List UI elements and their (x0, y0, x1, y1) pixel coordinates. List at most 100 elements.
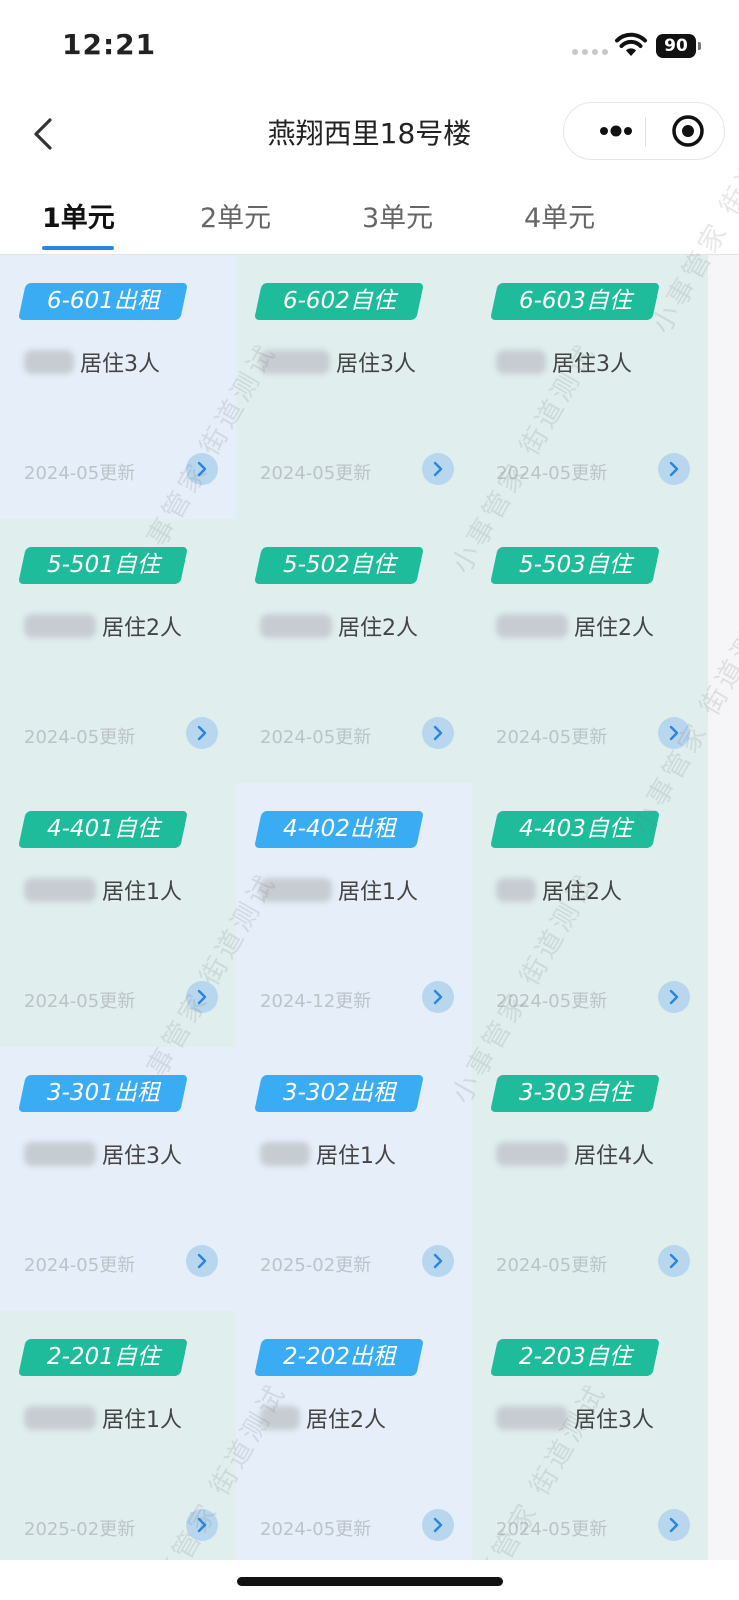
room-status-tag: 4-402出租 (254, 811, 424, 848)
room-label: 2-203自住 (518, 1344, 632, 1370)
room-label: 3-302出租 (282, 1080, 396, 1106)
room-card[interactable]: 4-402出租居住1人 2024-12更新 (236, 783, 472, 1049)
occupant-row: 居住3人 (496, 1403, 654, 1433)
update-date: 2024-05更新 (496, 1255, 608, 1276)
blurred-name (496, 614, 568, 638)
room-card[interactable]: 3-303自住 居住4人 2024-05更新 (472, 1047, 708, 1313)
room-status-tag: 3-303自住 (490, 1075, 660, 1112)
chevron-right-icon (669, 989, 679, 1005)
room-status-tag: 6-601出租 (18, 283, 188, 320)
room-card[interactable]: 3-301出租 居住3人 2024-05更新 (0, 1047, 236, 1313)
resident-count: 居住1人 (338, 880, 418, 905)
occupant-row: 居住3人 (260, 347, 416, 377)
mini-program-capsule (563, 102, 725, 160)
tab-unit-2[interactable]: 2单元 (200, 196, 271, 235)
blurred-name (24, 614, 96, 638)
resident-count: 居住2人 (306, 1408, 386, 1433)
room-status-tag: 2-201自住 (18, 1339, 188, 1376)
room-status-tag: 6-602自住 (254, 283, 424, 320)
room-card[interactable]: 6-601出租 居住3人 2024-05更新 (0, 255, 236, 521)
update-date: 2024-05更新 (24, 1255, 136, 1276)
chevron-right-icon (197, 725, 207, 741)
room-detail-button[interactable] (422, 981, 454, 1013)
blurred-name (260, 878, 332, 902)
update-date: 2024-05更新 (24, 727, 136, 748)
blurred-name (260, 350, 330, 374)
occupant-row: 居住1人 (260, 1139, 396, 1169)
occupant-row: 居住2人 (24, 611, 182, 641)
scroll-track (712, 255, 739, 1560)
room-status-tag: 5-502自住 (254, 547, 424, 584)
tab-unit-4[interactable]: 4单元 (524, 196, 595, 235)
resident-count: 居住2人 (574, 616, 654, 641)
more-dots-icon (600, 125, 632, 137)
room-detail-button[interactable] (186, 1245, 218, 1277)
room-detail-button[interactable] (422, 1509, 454, 1541)
room-card[interactable]: 2-201自住 居住1人 2025-02更新 (0, 1311, 236, 1560)
room-detail-button[interactable] (658, 1509, 690, 1541)
room-detail-button[interactable] (658, 1245, 690, 1277)
resident-count: 居住1人 (102, 880, 182, 905)
room-detail-button[interactable] (422, 717, 454, 749)
blurred-name (496, 1406, 568, 1430)
room-card[interactable]: 4-401自住居住1人 2024-05更新 (0, 783, 236, 1049)
update-date: 2024-05更新 (260, 1519, 372, 1540)
room-card[interactable]: 5-502自住 居住2人 2024-05更新 (236, 519, 472, 785)
nav-bar: 燕翔西里18号楼 (0, 92, 739, 176)
chevron-right-icon (197, 989, 207, 1005)
room-label: 5-503自住 (518, 552, 632, 578)
back-button[interactable] (26, 112, 66, 156)
occupant-row: 居住1人 (260, 875, 418, 905)
resident-count: 居住2人 (338, 616, 418, 641)
room-card[interactable]: 2-203自住 居住3人 2024-05更新 (472, 1311, 708, 1560)
resident-count: 居住3人 (574, 1408, 654, 1433)
battery-tip (698, 42, 701, 50)
room-status-tag: 2-202出租 (254, 1339, 424, 1376)
more-button[interactable] (588, 103, 644, 159)
room-detail-button[interactable] (186, 981, 218, 1013)
blurred-name (260, 614, 332, 638)
room-card[interactable]: 2-202出租居住2人 2024-05更新 (236, 1311, 472, 1560)
update-date: 2024-05更新 (496, 727, 608, 748)
room-card[interactable]: 4-403自住居住2人 2024-05更新 (472, 783, 708, 1049)
room-label: 4-403自住 (518, 816, 632, 842)
room-label: 3-303自住 (518, 1080, 632, 1106)
room-detail-button[interactable] (186, 453, 218, 485)
wifi-icon (615, 32, 647, 56)
blurred-name (24, 1142, 96, 1166)
room-detail-button[interactable] (186, 717, 218, 749)
tab-unit-3[interactable]: 3单元 (362, 196, 433, 235)
update-date: 2024-12更新 (260, 991, 372, 1012)
room-card[interactable]: 5-503自住居住2人 2024-05更新 (472, 519, 708, 785)
update-date: 2024-05更新 (496, 991, 608, 1012)
status-bar: 12:21 90 (0, 0, 739, 92)
update-date: 2024-05更新 (496, 463, 608, 484)
blurred-name (496, 1142, 568, 1166)
room-grid: 6-601出租居住3人 2024-05更新 6-602自住居住3人 2024-05更新… (0, 255, 712, 1560)
room-detail-button[interactable] (422, 1245, 454, 1277)
blurred-name (24, 1406, 96, 1430)
room-detail-button[interactable] (422, 453, 454, 485)
room-card[interactable]: 6-602自住 居住3人 2024-05更新 (236, 255, 472, 521)
room-card[interactable]: 5-501自住 居住2人 2024-05更新 (0, 519, 236, 785)
room-label: 4-401自住 (46, 816, 160, 842)
occupant-row: 居住3人 (24, 1139, 182, 1169)
room-status-tag: 5-503自住 (490, 547, 660, 584)
room-detail-button[interactable] (658, 453, 690, 485)
update-date: 2024-05更新 (24, 991, 136, 1012)
room-detail-button[interactable] (186, 1509, 218, 1541)
resident-count: 居住3人 (80, 352, 160, 377)
room-detail-button[interactable] (658, 981, 690, 1013)
chevron-right-icon (433, 725, 443, 741)
close-mini-program-button[interactable] (660, 103, 716, 159)
room-detail-button[interactable] (658, 717, 690, 749)
chevron-right-icon (433, 989, 443, 1005)
resident-count: 居住2人 (542, 880, 622, 905)
blurred-name (496, 878, 536, 902)
room-label: 2-202出租 (282, 1344, 396, 1370)
occupant-row: 居住2人 (496, 611, 654, 641)
tab-unit-1[interactable]: 1单元 (42, 196, 115, 235)
occupant-row: 居住3人 (496, 347, 632, 377)
room-card[interactable]: 6-603自住 居住3人 2024-05更新 (472, 255, 708, 521)
room-card[interactable]: 3-302出租 居住1人 2025-02更新 (236, 1047, 472, 1313)
